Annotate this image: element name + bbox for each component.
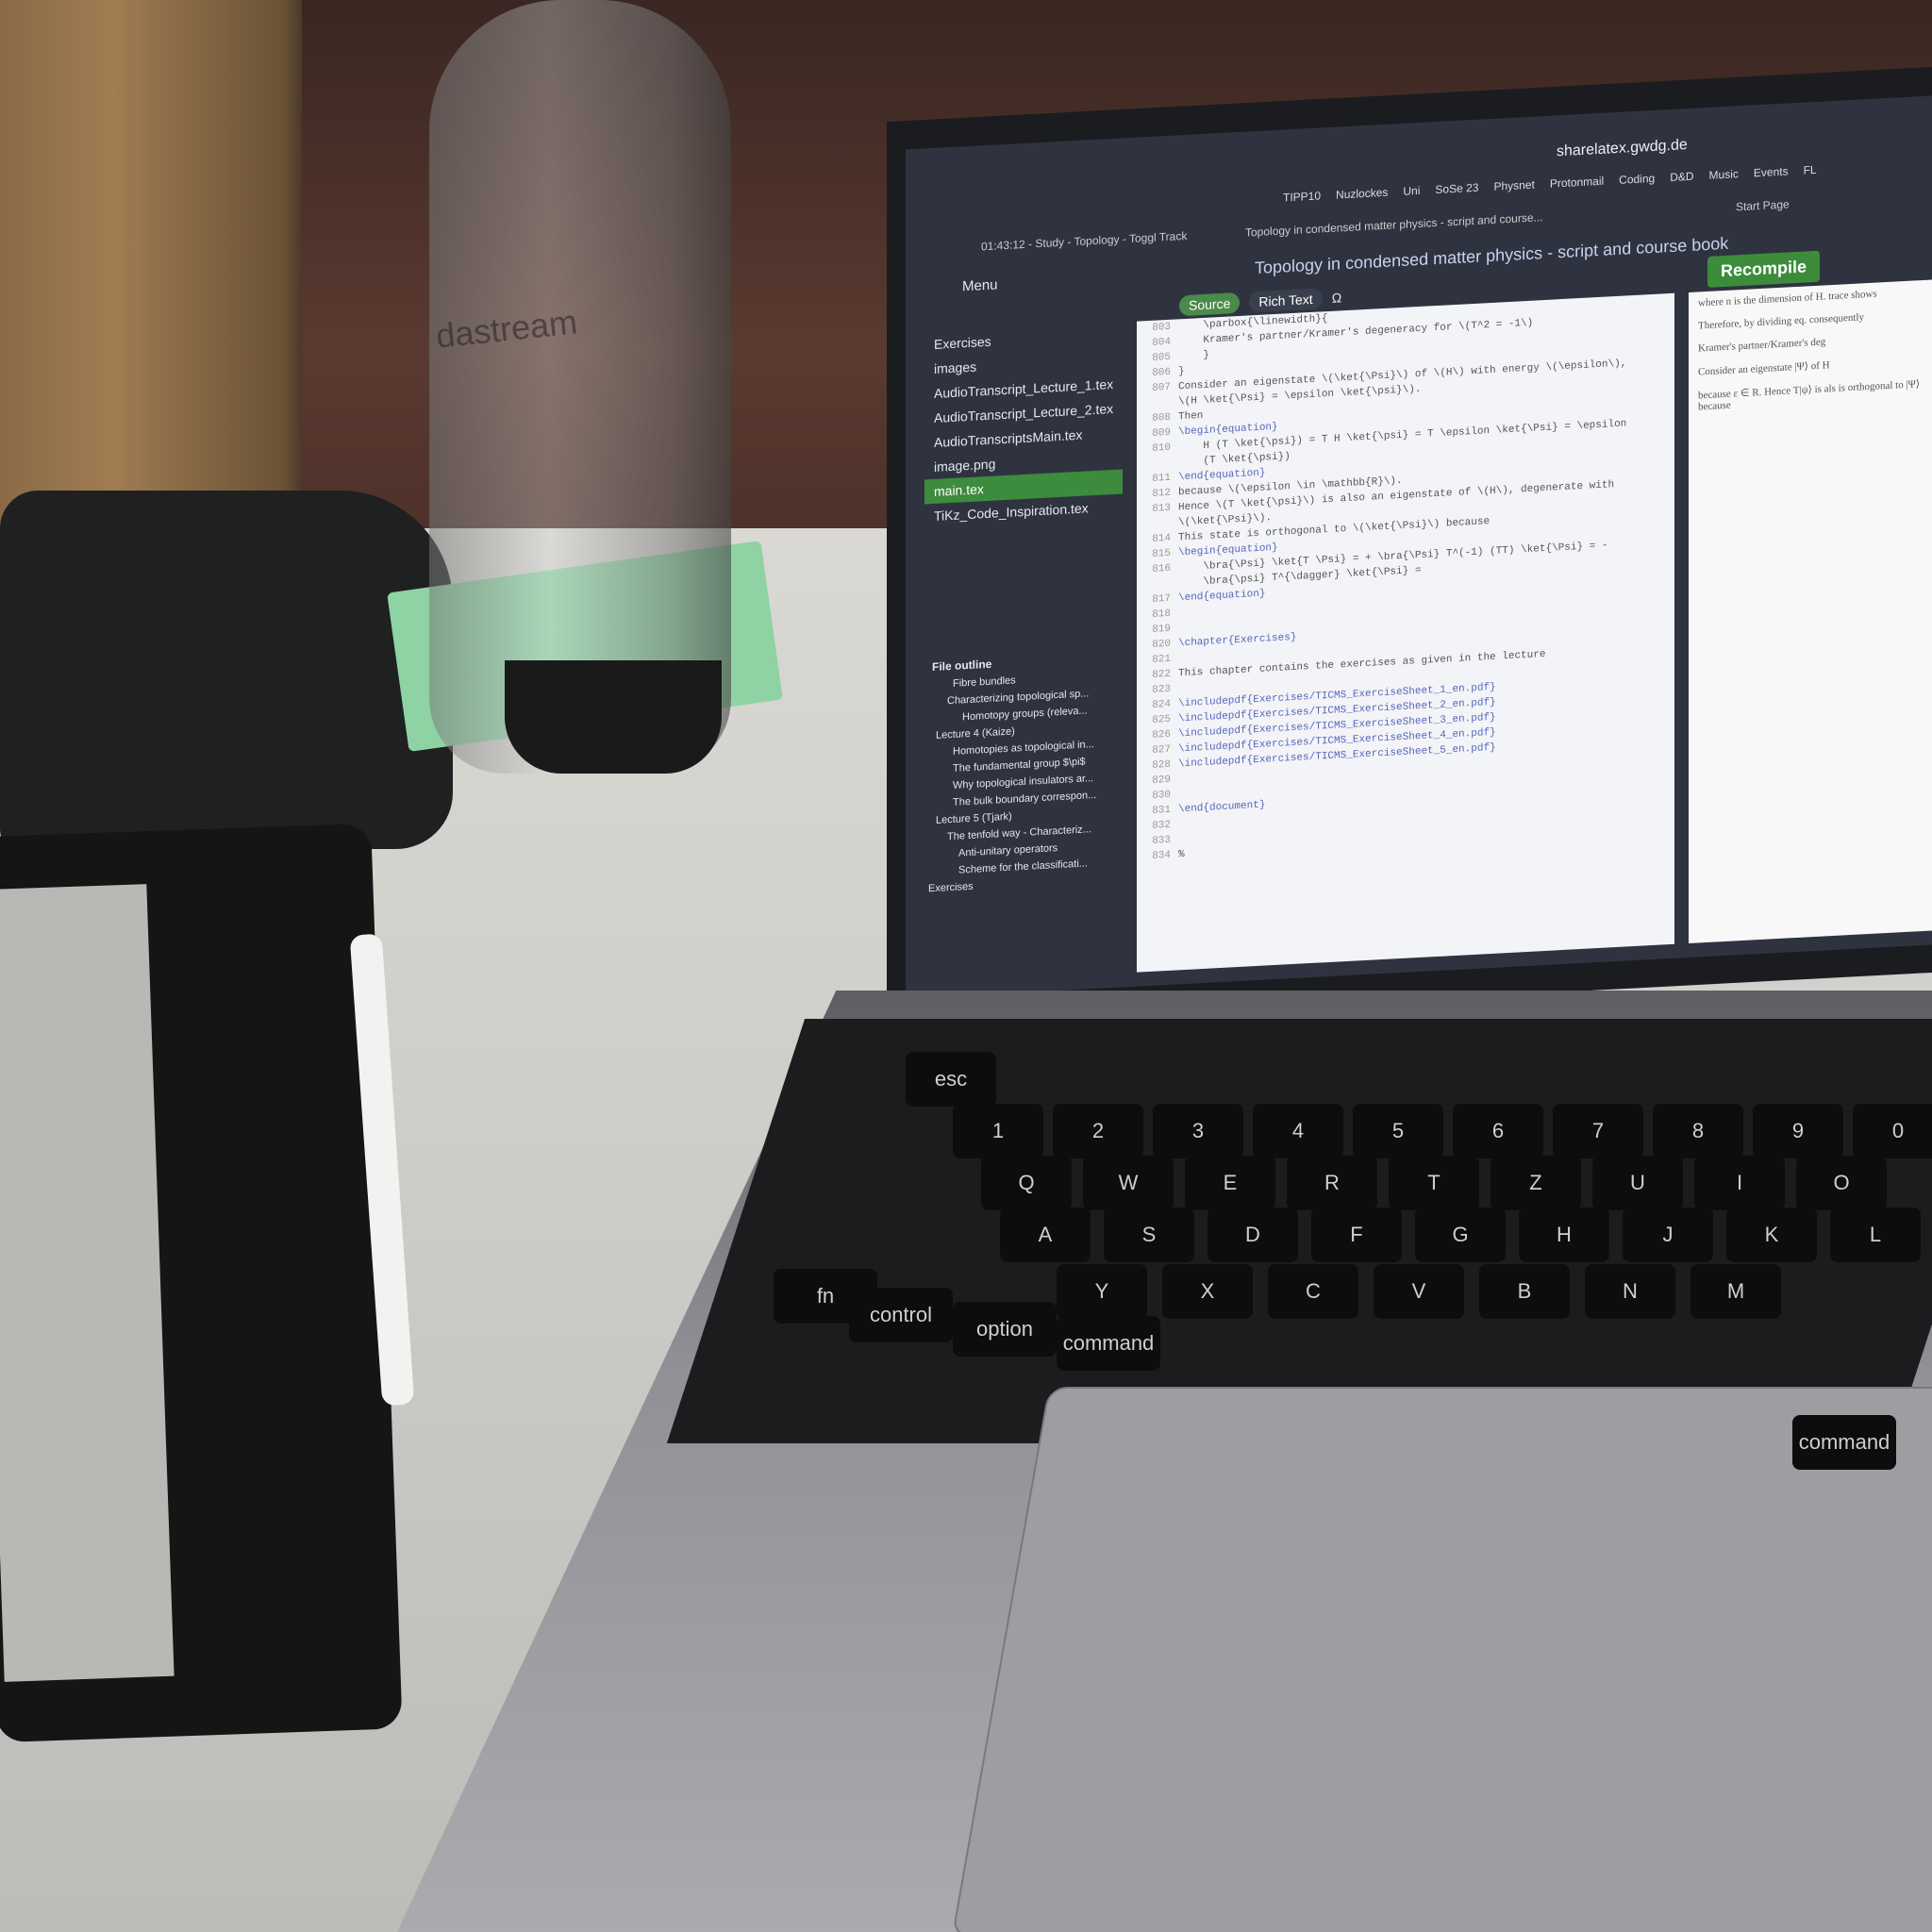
recompile-button[interactable]: Recompile [1707, 250, 1821, 288]
tab-sharelatex[interactable]: Topology in condensed matter physics - s… [1245, 210, 1543, 240]
bookmark-item[interactable]: TIPP10 [1283, 189, 1321, 204]
keyboard-key[interactable]: R [1287, 1156, 1377, 1210]
trackpad[interactable] [951, 1387, 1932, 1932]
keyboard-key[interactable]: I [1694, 1156, 1785, 1210]
keyboard-key[interactable]: Q [981, 1156, 1072, 1210]
pdf-preview: where n is the dimension of H. trace sho… [1689, 279, 1932, 944]
omega-icon[interactable]: Ω [1332, 290, 1341, 306]
keyboard-key[interactable]: 4 [1253, 1104, 1343, 1158]
bookmark-item[interactable]: FL [1804, 163, 1817, 177]
keyboard-key[interactable]: command [1792, 1415, 1896, 1470]
keyboard-key[interactable]: 9 [1753, 1104, 1843, 1158]
address-bar[interactable]: sharelatex.gwdg.de [1557, 137, 1688, 160]
laptop-screen: sharelatex.gwdg.de TIPP10 Nuzlockes Uni … [906, 95, 1932, 999]
keyboard-key[interactable]: 7 [1553, 1104, 1643, 1158]
keyboard-key[interactable]: T [1389, 1156, 1479, 1210]
keyboard-key[interactable]: H [1519, 1208, 1609, 1262]
keyboard-key[interactable]: Z [1491, 1156, 1581, 1210]
keyboard-key[interactable]: 5 [1353, 1104, 1443, 1158]
bookmark-item[interactable]: Protonmail [1550, 175, 1604, 191]
keyboard-key[interactable]: N [1585, 1264, 1675, 1319]
line-text: Then [1178, 409, 1204, 424]
keyboard-key[interactable]: M [1690, 1264, 1781, 1319]
bookmark-item[interactable]: D&D [1670, 170, 1693, 184]
keyboard-key[interactable]: K [1726, 1208, 1817, 1262]
keyboard-key[interactable]: 0 [1853, 1104, 1932, 1158]
keyboard-key[interactable]: J [1623, 1208, 1713, 1262]
keyboard-key[interactable]: 6 [1453, 1104, 1543, 1158]
line-text: % [1178, 849, 1185, 861]
keyboard-key[interactable]: F [1311, 1208, 1402, 1262]
start-page-link[interactable]: Start Page [1736, 197, 1790, 213]
line-number: 834 [1152, 849, 1171, 862]
file-tree: Exercises images AudioTranscript_Lecture… [924, 322, 1123, 528]
line-text: } [1178, 366, 1185, 378]
keyboard-key[interactable]: control [849, 1288, 953, 1342]
keyboard-key[interactable]: esc [906, 1052, 996, 1107]
keyboard-key[interactable]: 1 [953, 1104, 1043, 1158]
document-title: Topology in condensed matter physics - s… [1255, 233, 1729, 278]
keyboard-key[interactable]: C [1268, 1264, 1358, 1319]
black-bag [0, 491, 453, 849]
keyboard-key[interactable]: 2 [1053, 1104, 1143, 1158]
photo-scene: dastream sharelatex.gwdg.de TIPP10 Nuzlo… [0, 0, 1932, 1932]
keyboard-key[interactable]: V [1374, 1264, 1464, 1319]
bookmark-item[interactable]: Physnet [1493, 178, 1534, 193]
tab-rich-text[interactable]: Rich Text [1249, 288, 1323, 313]
menu-button[interactable]: Menu [962, 276, 998, 294]
tablet-screen [0, 884, 175, 1682]
bottle-base [505, 660, 722, 774]
bookmark-item[interactable]: Music [1709, 167, 1739, 182]
bookmark-item[interactable]: Coding [1619, 172, 1655, 187]
water-bottle [429, 0, 731, 774]
keyboard-key[interactable]: L [1830, 1208, 1921, 1262]
keyboard-key[interactable]: A [1000, 1208, 1091, 1262]
keyboard-key[interactable]: Y [1057, 1264, 1147, 1319]
bookmark-item[interactable]: Uni [1403, 184, 1420, 198]
tab-toggl[interactable]: 01:43:12 - Study - Topology - Toggl Trac… [981, 229, 1187, 253]
keyboard-key[interactable]: E [1185, 1156, 1275, 1210]
keyboard-key[interactable]: B [1479, 1264, 1570, 1319]
code-editor[interactable]: 803 \parbox{\linewidth}{804 Kramer's par… [1137, 292, 1674, 973]
line-text: } [1178, 349, 1210, 363]
keyboard-key[interactable]: S [1104, 1208, 1194, 1262]
keyboard-key[interactable]: U [1592, 1156, 1683, 1210]
keyboard-key[interactable]: option [953, 1302, 1057, 1357]
file-outline: File outline Fibre bundles Characterizin… [924, 647, 1123, 897]
keyboard-key[interactable]: W [1083, 1156, 1174, 1210]
keyboard-key[interactable]: G [1415, 1208, 1506, 1262]
keyboard-key[interactable]: O [1796, 1156, 1887, 1210]
bookmark-item[interactable]: SoSe 23 [1435, 181, 1478, 196]
bookmarks-bar: TIPP10 Nuzlockes Uni SoSe 23 Physnet Pro… [1283, 163, 1817, 205]
keyboard-key[interactable]: X [1162, 1264, 1253, 1319]
keyboard-key[interactable]: D [1208, 1208, 1298, 1262]
keyboard-key[interactable]: command [1057, 1316, 1160, 1371]
bookmark-item[interactable]: Nuzlockes [1336, 186, 1388, 202]
keyboard-key[interactable]: 3 [1153, 1104, 1243, 1158]
tab-source[interactable]: Source [1179, 291, 1241, 317]
keyboard-key[interactable]: 8 [1653, 1104, 1743, 1158]
bookmark-item[interactable]: Events [1754, 164, 1789, 179]
